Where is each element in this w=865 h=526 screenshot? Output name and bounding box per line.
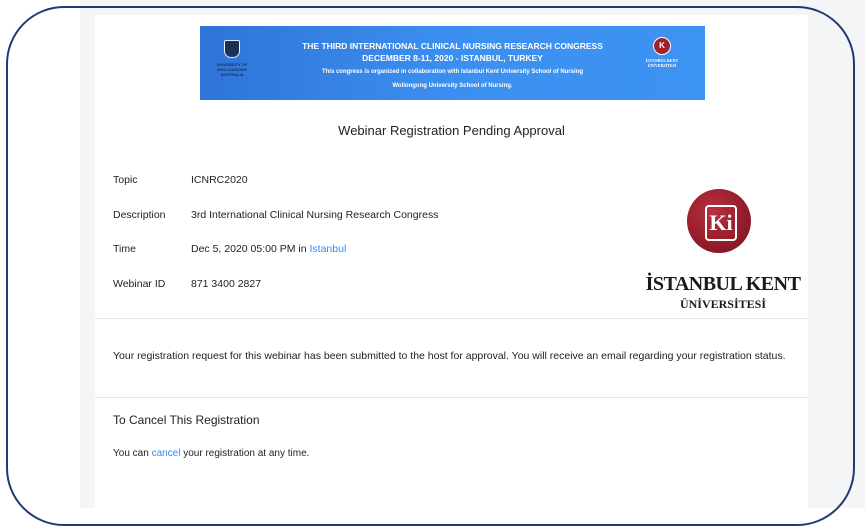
logo-subtitle: ÜNİVERSİTESİ bbox=[679, 297, 767, 311]
approval-notice: Your registration request for this webin… bbox=[113, 350, 786, 362]
istanbul-kent-logo: Ki İSTANBUL KENT ÜNİVERSİTESİ bbox=[643, 185, 803, 325]
registration-card: UNIVERSITY OF WOLLONGONG AUSTRALIA THE T… bbox=[95, 15, 808, 508]
istanbul-kent-small-logo: K İSTANBUL KENT ÜNİVERSİTESİ bbox=[640, 34, 684, 92]
banner-organizer-line-2: Wollongong University School of Nursing. bbox=[392, 83, 513, 89]
logo-name: İSTANBUL KENT bbox=[645, 273, 801, 295]
banner-title: THE THIRD INTERNATIONAL CLINICAL NURSING… bbox=[302, 41, 603, 51]
webinar-id-value: 871 3400 2827 bbox=[191, 278, 262, 290]
timezone-link[interactable]: Istanbul bbox=[310, 243, 347, 255]
banner-organizer-line: This congress is organized in collaborat… bbox=[321, 69, 584, 75]
kent-monogram: Ki bbox=[705, 205, 737, 241]
topic-value: ICNRC2020 bbox=[191, 174, 248, 186]
kent-seal-icon: K bbox=[653, 37, 671, 55]
banner-date: DECEMBER 8-11, 2020 - ISTANBUL, TURKEY bbox=[362, 53, 543, 63]
webinar-id-label: Webinar ID bbox=[113, 278, 166, 290]
topic-label: Topic bbox=[113, 174, 138, 186]
time-value: Dec 5, 2020 05:00 PM in Istanbul bbox=[191, 243, 347, 255]
time-label: Time bbox=[113, 243, 136, 255]
cancel-link[interactable]: cancel bbox=[152, 448, 181, 459]
cancel-text: You can cancel your registration at any … bbox=[113, 448, 310, 459]
page-title: Webinar Registration Pending Approval bbox=[338, 123, 565, 138]
congress-banner: UNIVERSITY OF WOLLONGONG AUSTRALIA THE T… bbox=[200, 26, 705, 100]
description-value: 3rd International Clinical Nursing Resea… bbox=[191, 209, 439, 221]
description-label: Description bbox=[113, 209, 166, 221]
cancel-heading: To Cancel This Registration bbox=[113, 413, 260, 427]
divider bbox=[95, 397, 808, 398]
divider bbox=[95, 318, 808, 319]
